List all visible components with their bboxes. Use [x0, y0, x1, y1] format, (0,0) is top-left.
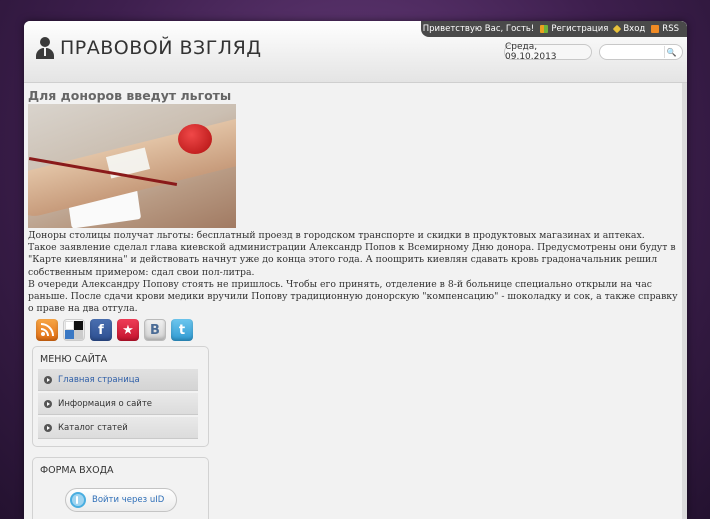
rss-label: RSS: [662, 24, 679, 34]
login-form-title: ФОРМА ВХОДА: [40, 465, 114, 476]
rss-share-icon[interactable]: [36, 319, 58, 342]
main-content: Для доноров введут льготы Доноры столицы…: [28, 88, 683, 342]
register-label: Регистрация: [551, 24, 609, 34]
article-title[interactable]: Для доноров введут льготы: [28, 88, 683, 103]
arrow-bullet-icon: [44, 399, 52, 408]
site-header: Приветствую Вас, Гость! Регистрация Вход…: [24, 21, 687, 83]
twitter-share-icon[interactable]: t: [171, 319, 193, 342]
rss-link[interactable]: RSS: [651, 24, 679, 34]
user-topbar: Приветствую Вас, Гость! Регистрация Вход…: [421, 21, 687, 37]
register-link[interactable]: Регистрация: [540, 24, 608, 34]
delicious-share-icon[interactable]: [63, 319, 85, 342]
menu-item-label: Информация о сайте: [58, 398, 153, 409]
person-icon: [36, 37, 54, 59]
facebook-share-icon[interactable]: f: [90, 319, 112, 342]
favorites-share-icon[interactable]: ★: [117, 319, 139, 342]
page-container: Приветствую Вас, Гость! Регистрация Вход…: [24, 21, 687, 519]
current-date: Среда, 09.10.2013: [504, 42, 592, 62]
site-logo[interactable]: ПРАВОВОЙ ВЗГЛЯД: [36, 37, 262, 59]
article-paragraph: Доноры столицы получат льготы: бесплатны…: [28, 230, 645, 241]
search-box: 🔍: [599, 44, 683, 60]
social-share-bar: f ★ B t: [36, 319, 683, 342]
search-input[interactable]: [606, 46, 662, 58]
menu-item-about[interactable]: Информация о сайте: [38, 393, 198, 415]
article-image: [28, 104, 236, 228]
vkontakte-share-icon[interactable]: B: [144, 319, 166, 342]
site-title: ПРАВОВОЙ ВЗГЛЯД: [60, 37, 262, 59]
article-paragraph: В очереди Александру Попову стоять не пр…: [28, 278, 678, 315]
register-icon: [540, 25, 549, 33]
login-form-block: ФОРМА ВХОДА Войти через uID: [32, 457, 209, 519]
menu-item-home[interactable]: Главная страница: [38, 369, 198, 391]
uid-login-button[interactable]: Войти через uID: [65, 488, 177, 512]
menu-item-catalog[interactable]: Каталог статей: [38, 417, 198, 439]
rss-icon: [651, 25, 660, 33]
article-paragraph: Такое заявление сделал глава киевской ад…: [28, 242, 676, 278]
site-menu-title: МЕНЮ САЙТА: [40, 354, 108, 365]
search-icon: 🔍: [666, 47, 677, 57]
login-link[interactable]: Вход: [613, 24, 646, 34]
arrow-bullet-icon: [44, 423, 52, 432]
uid-login-label: Войти через uID: [92, 495, 165, 505]
article-body: Доноры столицы получат льготы: бесплатны…: [28, 230, 683, 315]
arrow-bullet-icon: [44, 375, 52, 384]
search-button[interactable]: 🔍: [664, 46, 678, 58]
site-menu-block: МЕНЮ САЙТА Главная страница Информация о…: [32, 346, 209, 447]
key-icon: [613, 24, 622, 34]
uid-icon: [70, 492, 86, 508]
page-scrollbar[interactable]: [682, 83, 687, 519]
menu-item-label: Каталог статей: [58, 422, 128, 433]
menu-item-label: Главная страница: [58, 374, 140, 385]
login-label: Вход: [623, 24, 646, 34]
greeting-text: Приветствую Вас, Гость!: [422, 24, 535, 34]
